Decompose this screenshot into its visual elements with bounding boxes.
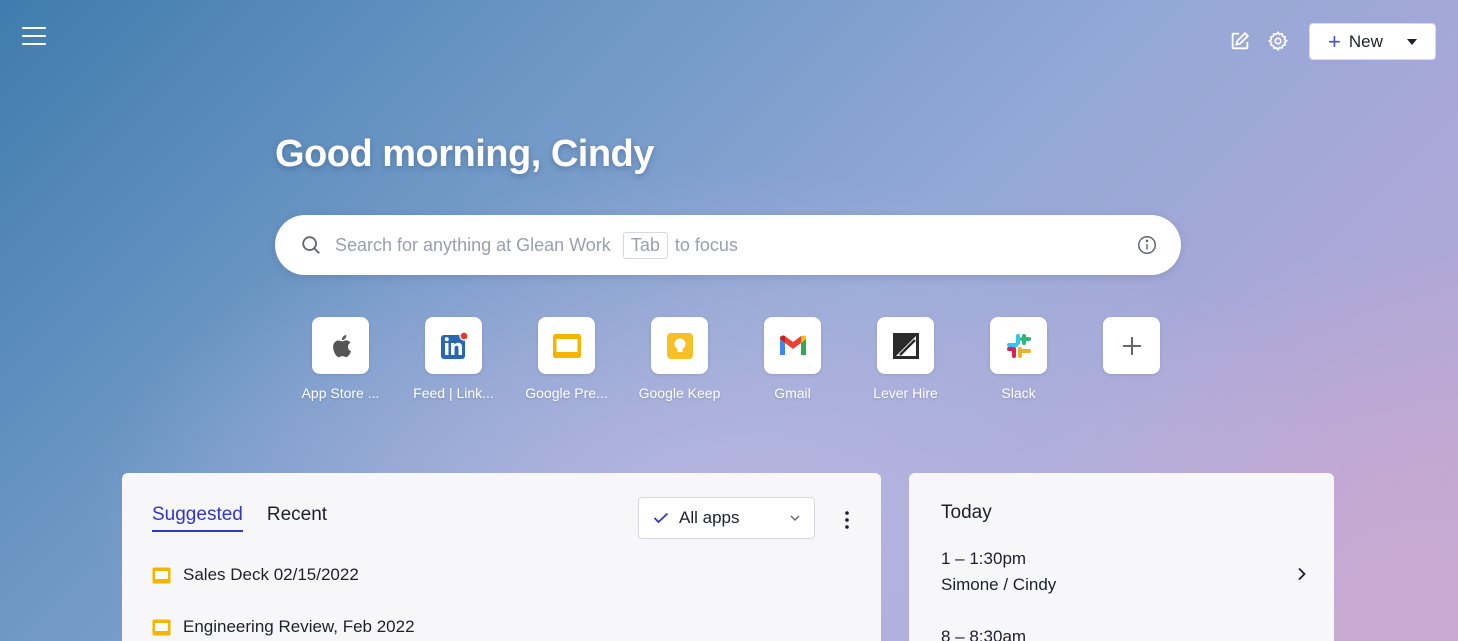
greeting-title: Good morning, Cindy — [275, 133, 654, 175]
feed-panel: Suggested Recent All apps Sales Deck 02/… — [122, 473, 881, 641]
tab-suggested[interactable]: Suggested — [152, 504, 243, 532]
gmail-icon — [779, 335, 806, 355]
linkedin-icon — [440, 330, 469, 359]
new-button[interactable]: + New — [1309, 23, 1436, 60]
google-slides-icon — [152, 619, 171, 635]
check-icon — [653, 512, 669, 524]
slack-icon — [1006, 333, 1031, 358]
more-options-icon[interactable] — [839, 510, 855, 530]
app-shortcut-label: Slack — [1001, 385, 1036, 401]
edit-icon[interactable] — [1229, 30, 1251, 52]
search-bar[interactable]: Search for anything at Glean Work Tab to… — [275, 215, 1181, 275]
calendar-event[interactable]: 1 – 1:30pm Simone / Cindy — [941, 546, 1056, 598]
google-slides-icon — [552, 333, 581, 358]
app-shortcut-lever[interactable]: Lever Hire — [849, 317, 962, 401]
apple-icon — [332, 334, 351, 357]
plus-icon — [1122, 336, 1141, 355]
event-time: 8 – 8:30am — [941, 627, 1027, 641]
list-item[interactable]: Sales Deck 02/15/2022 — [152, 565, 359, 585]
google-slides-icon — [152, 567, 171, 583]
search-placeholder: Search for anything at Glean Work — [335, 234, 611, 255]
tab-recent[interactable]: Recent — [267, 504, 327, 532]
list-item-title: Sales Deck 02/15/2022 — [183, 565, 359, 584]
app-shortcut-label: Google Pre... — [525, 385, 608, 401]
app-shortcut-app-store[interactable]: App Store ... — [284, 317, 397, 401]
search-icon — [302, 236, 320, 254]
app-shortcut-google-slides[interactable]: Google Pre... — [510, 317, 623, 401]
calendar-heading: Today — [941, 502, 992, 523]
app-shortcut-label: Google Keep — [638, 385, 721, 401]
list-item-title: Engineering Review, Feb 2022 — [183, 617, 415, 636]
app-filter-label: All apps — [679, 508, 740, 527]
app-shortcut-slack[interactable]: Slack — [962, 317, 1075, 401]
caret-down-icon[interactable] — [1407, 39, 1417, 45]
app-shortcut-google-keep[interactable]: Google Keep — [623, 317, 736, 401]
app-shortcuts: App Store ... Feed | Link... Google Pre.… — [284, 317, 1188, 401]
app-shortcut-label: Feed | Link... — [413, 385, 494, 401]
focus-hint: to focus — [674, 234, 738, 255]
google-keep-icon — [666, 332, 693, 359]
app-shortcut-label: App Store ... — [301, 385, 380, 401]
calendar-event[interactable]: 8 – 8:30am — [941, 624, 1026, 641]
event-title: Simone / Cindy — [941, 575, 1057, 594]
chevron-down-icon — [790, 515, 800, 521]
app-shortcut-linkedin[interactable]: Feed | Link... — [397, 317, 510, 401]
new-button-label: New — [1348, 31, 1383, 51]
lever-icon — [892, 332, 919, 359]
app-shortcut-label: Lever Hire — [873, 385, 938, 401]
calendar-panel: Today 1 – 1:30pm Simone / Cindy 8 – 8:30… — [909, 473, 1334, 641]
app-filter-dropdown[interactable]: All apps — [638, 497, 815, 539]
app-shortcut-gmail[interactable]: Gmail — [736, 317, 849, 401]
add-app-shortcut-button[interactable] — [1075, 317, 1188, 401]
event-time: 1 – 1:30pm — [941, 549, 1027, 568]
plus-icon: + — [1328, 28, 1341, 54]
list-item[interactable]: Engineering Review, Feb 2022 — [152, 617, 415, 637]
app-shortcut-label: Gmail — [774, 385, 811, 401]
chevron-right-icon[interactable] — [1297, 567, 1307, 581]
feed-tabs: Suggested Recent — [152, 504, 351, 532]
info-icon[interactable] — [1136, 234, 1158, 256]
settings-icon[interactable] — [1267, 30, 1289, 52]
tab-key-hint: Tab — [622, 231, 668, 259]
menu-icon[interactable] — [22, 27, 46, 45]
